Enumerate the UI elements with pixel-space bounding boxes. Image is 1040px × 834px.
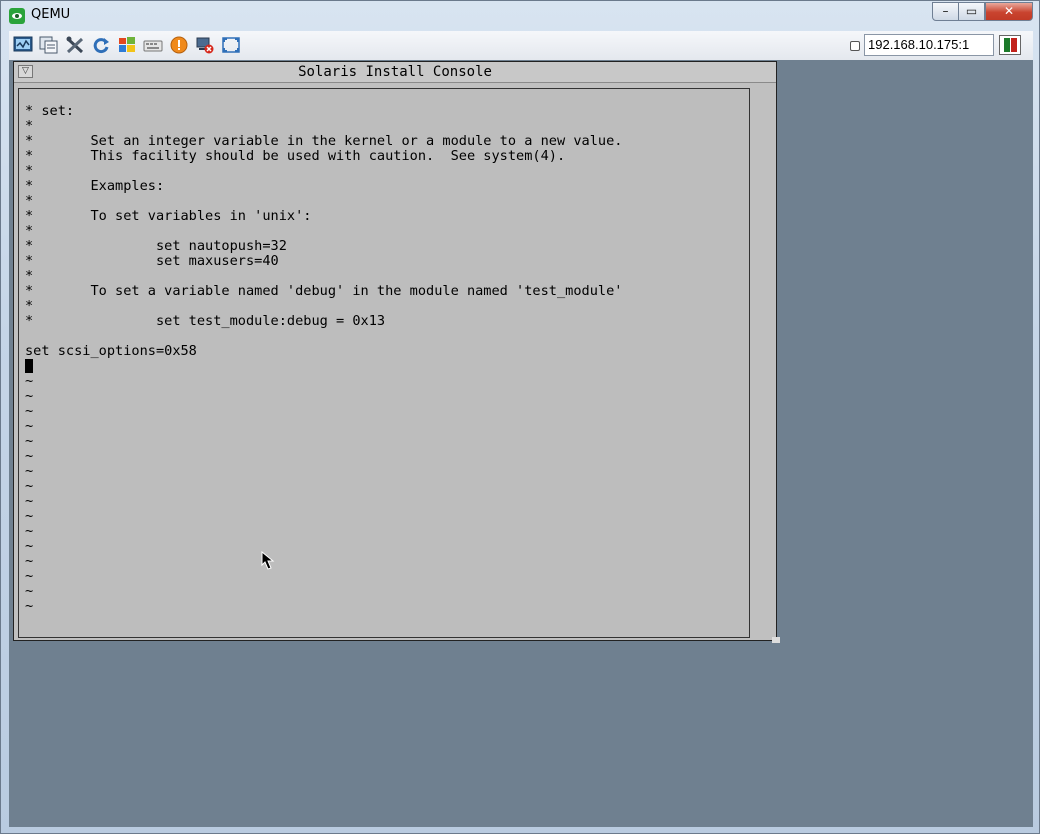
vnc-viewer[interactable]: ▽ Solaris Install Console * set: * * Set a… — [9, 60, 1033, 827]
terminal-line: ~ — [25, 433, 34, 449]
terminal-line: * Examples: — [25, 178, 165, 194]
toolbar: 192.168.10.175:1 — [9, 31, 1033, 61]
terminal-line: * set maxusers=40 — [25, 253, 279, 269]
qemu-app-icon — [9, 8, 25, 24]
tools-icon — [66, 36, 84, 54]
terminal-line: ~ — [25, 463, 34, 479]
terminal-line: ~ — [25, 538, 34, 554]
keyboard-button[interactable] — [143, 36, 163, 54]
windows-logo-icon — [119, 37, 135, 52]
terminal-line: * set: — [25, 103, 75, 119]
resize-handle[interactable] — [772, 637, 780, 643]
terminal-line: * — [25, 223, 34, 239]
alert-icon — [170, 36, 188, 54]
terminal-line: * — [25, 193, 34, 209]
mouse-pointer-icon — [261, 551, 275, 570]
solaris-console-window: ▽ Solaris Install Console * set: * * Set a… — [13, 61, 780, 643]
minimize-button[interactable]: – — [932, 2, 959, 21]
terminal-line: ~ — [25, 598, 34, 614]
copy-button[interactable] — [39, 36, 59, 54]
terminal-line: * Set an integer variable in the kernel … — [25, 133, 623, 149]
terminal-line: * This facility should be used with caut… — [25, 148, 566, 164]
keyboard-icon — [143, 40, 163, 52]
minimize-icon: – — [942, 4, 949, 18]
fullscreen-button[interactable] — [221, 36, 241, 54]
terminal-line: * — [25, 298, 34, 314]
monitor-button[interactable] — [13, 36, 33, 54]
terminal-line: ~ — [25, 478, 34, 494]
send-ctrl-alt-del-button[interactable] — [117, 36, 137, 54]
terminal-line: * — [25, 268, 34, 284]
refresh-button[interactable] — [91, 36, 111, 54]
terminal-line: ~ — [25, 448, 34, 464]
terminal-line: * — [25, 163, 34, 179]
monitor-icon — [13, 36, 33, 52]
terminal-line: set scsi_options=0x58 — [25, 343, 197, 359]
terminal-line: ~ — [25, 508, 34, 524]
refresh-icon — [93, 38, 109, 54]
terminal-area[interactable]: * set: * * Set an integer variable in the … — [18, 88, 750, 638]
close-button[interactable]: ✕ — [985, 2, 1033, 21]
disconnect-button[interactable] — [195, 36, 215, 54]
terminal-line: ~ — [25, 493, 34, 509]
close-icon: ✕ — [1003, 4, 1015, 18]
console-title: Solaris Install Console — [298, 64, 492, 80]
status-flag-icon — [999, 35, 1021, 55]
address-field[interactable]: 192.168.10.175:1 — [864, 34, 994, 56]
text-cursor — [25, 359, 33, 373]
terminal-line: ~ — [25, 523, 34, 539]
alert-button[interactable] — [169, 36, 189, 54]
terminal-line: ~ — [25, 388, 34, 404]
connection-indicator — [850, 41, 860, 51]
terminal-line: ~ — [25, 418, 34, 434]
window-title: QEMU — [31, 7, 71, 22]
terminal-line: ~ — [25, 568, 34, 584]
terminal-line: * set nautopush=32 — [25, 238, 287, 254]
terminal-line: * To set a variable named 'debug' in the… — [25, 283, 623, 299]
console-title-bar[interactable]: ▽ Solaris Install Console — [14, 62, 776, 83]
terminal-line: ~ — [25, 373, 34, 389]
maximize-button[interactable]: ▭ — [958, 2, 985, 21]
terminal-line: * — [25, 118, 34, 134]
terminal-line: * To set variables in 'unix': — [25, 208, 312, 224]
terminal-line: * set test_module:debug = 0x13 — [25, 313, 386, 329]
qemu-window: QEMU – ▭ ✕ 192.168.10.175:1 ▽ Solaris In… — [0, 0, 1040, 834]
copy-icon — [39, 36, 58, 54]
tools-button[interactable] — [65, 36, 85, 54]
terminal-line: ~ — [25, 553, 34, 569]
disconnect-icon — [196, 37, 214, 54]
fullscreen-icon — [222, 37, 240, 53]
terminal-line: ~ — [25, 403, 34, 419]
terminal-line: ~ — [25, 583, 34, 599]
title-bar[interactable]: QEMU – ▭ ✕ — [1, 1, 1040, 31]
maximize-icon: ▭ — [965, 4, 978, 18]
